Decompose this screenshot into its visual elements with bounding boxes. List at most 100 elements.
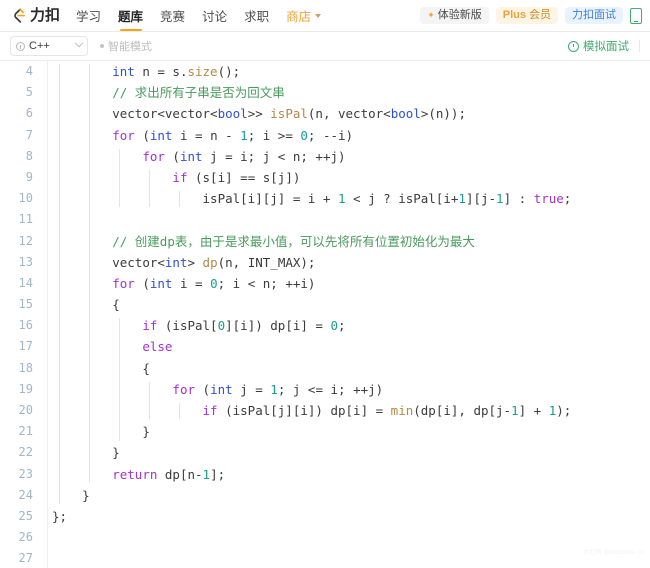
code-token: if <box>202 403 218 418</box>
code-token: (n, INT_MAX); <box>217 254 316 270</box>
toolbar-right-actions: 模拟面试 <box>568 38 640 54</box>
code-token: > <box>187 254 203 270</box>
line-number: 7 <box>25 127 33 142</box>
code-line-text: for (int j = i; j < n; ++j) <box>40 146 650 167</box>
nav-item-study-label: 学习 <box>76 10 102 24</box>
code-token: int <box>149 275 173 291</box>
code-token: (isPal[j][i]) dp[i] = <box>217 403 391 418</box>
code-token: }; <box>52 508 68 524</box>
code-token: (s[i] == s[j]) <box>187 169 301 185</box>
code-token: for <box>112 275 135 291</box>
nav-item-problems-label: 题库 <box>118 10 144 24</box>
code-token: ] : <box>503 191 534 207</box>
brand-logo[interactable]: 力扣 <box>10 7 60 24</box>
line-number: 12 <box>18 233 33 248</box>
code-line-text: vector<int> dp(n, INT_MAX); <box>40 252 650 273</box>
line-number: 27 <box>18 551 33 566</box>
code-token: i = n - <box>172 127 241 143</box>
code-token: i = <box>172 275 211 291</box>
code-token: ; j <= i; ++j) <box>277 381 384 397</box>
line-number: 16 <box>18 318 33 333</box>
mock-interview-button[interactable]: 模拟面试 <box>568 38 629 54</box>
line-number: 18 <box>18 360 33 375</box>
code-line-text: for (int j = 1; j <= i; ++j) <box>40 379 650 400</box>
code-token: } <box>112 445 120 461</box>
code-token: j = <box>232 381 271 397</box>
sparkle-icon: ✦ <box>427 10 435 20</box>
code-line-text: if (isPal[j][i]) dp[i] = min(dp[i], dp[j… <box>40 400 650 421</box>
code-token: 1 <box>337 191 346 207</box>
code-line: 12 // 创建dp表，由于是求最小值，可以先将所有位置初始化为最大 <box>0 231 650 252</box>
code-token: int <box>149 127 173 143</box>
line-number: 13 <box>18 254 33 269</box>
code-token: int <box>112 64 135 79</box>
nav-actions: ✦ 体验新版 Plus 会员 力扣面试 <box>420 7 642 24</box>
nav-item-jobs[interactable]: 求职 <box>244 0 269 31</box>
smart-mode-dot-icon <box>100 44 104 48</box>
code-token: return <box>112 466 158 482</box>
language-select[interactable]: C++ <box>10 36 88 56</box>
code-token: ; <box>338 318 346 334</box>
plus-membership-button[interactable]: Plus 会员 <box>495 7 558 24</box>
smart-mode-toggle[interactable]: 智能模式 <box>100 38 152 54</box>
code-token: for <box>172 381 195 397</box>
code-token: n = s. <box>134 64 188 79</box>
line-number: 10 <box>18 191 33 206</box>
code-token: for <box>142 148 165 164</box>
code-token: vector<vector< <box>112 106 218 122</box>
code-token: ; i < n; ++i) <box>217 275 316 291</box>
leetcode-interview-label: 力扣面试 <box>572 9 616 21</box>
editor-watermark: 力扣网 @leetcode.cn <box>582 549 644 556</box>
nav-item-study[interactable]: 学习 <box>76 0 101 31</box>
code-token: ][j- <box>465 191 497 207</box>
code-token: int <box>210 381 233 397</box>
code-token: int <box>164 254 188 270</box>
nav-item-contest[interactable]: 竞赛 <box>160 0 185 31</box>
code-line-text: for (int i = n - 1; i >= 0; --i) <box>40 125 650 146</box>
code-token: 1 <box>496 191 504 207</box>
line-number: 19 <box>18 381 33 396</box>
mock-interview-label: 模拟面试 <box>583 41 629 53</box>
nav-item-shop[interactable]: 商店 <box>286 0 322 31</box>
code-token: < j ? isPal[i+ <box>345 191 459 207</box>
nav-item-shop-label: 商店 <box>286 10 312 24</box>
leetcode-interview-button[interactable]: 力扣面试 <box>565 7 623 24</box>
line-number: 11 <box>18 212 33 227</box>
language-select-value: C++ <box>29 40 50 52</box>
mobile-phone-icon[interactable] <box>630 7 642 24</box>
line-number: 8 <box>25 148 33 163</box>
code-token: 1 <box>458 191 466 207</box>
code-line: 19 for (int j = 1; j <= i; ++j) <box>0 379 650 400</box>
smart-mode-label: 智能模式 <box>108 41 152 53</box>
code-editor[interactable]: 4 int n = s.size(); 5 // 求出所有子串是否为回文串 6 ve… <box>0 61 650 568</box>
code-token: if <box>142 318 158 334</box>
code-line-text: return dp[n-1]; <box>40 464 650 485</box>
line-number: 17 <box>18 339 33 354</box>
line-number: 20 <box>18 403 33 417</box>
code-token: 0 <box>217 318 226 334</box>
nav-item-discuss[interactable]: 讨论 <box>202 0 227 31</box>
code-line: 26 <box>0 527 650 548</box>
code-line-text: // 求出所有子串是否为回文串 <box>40 82 650 103</box>
leetcode-logo-icon <box>14 8 25 23</box>
editor-toolbar: C++ 智能模式 模拟面试 <box>0 32 650 61</box>
code-line-text: else <box>40 336 650 357</box>
code-line-text: if (s[i] == s[j]) <box>40 167 650 188</box>
code-line: 16 if (isPal[0][i]) dp[i] = 0; <box>0 315 650 336</box>
try-new-version-button[interactable]: ✦ 体验新版 <box>420 7 489 24</box>
code-line-text: vector<vector<bool>> isPal(n, vector<boo… <box>40 103 650 124</box>
code-token: ; --i) <box>307 127 354 143</box>
nav-item-problems[interactable]: 题库 <box>118 0 143 31</box>
code-line-text: if (isPal[0][i]) dp[i] = 0; <box>40 315 650 336</box>
code-line: 14 for (int i = 0; i < n; ++i) <box>0 273 650 294</box>
code-line: 6 vector<vector<bool>> isPal(n, vector<b… <box>0 103 650 124</box>
code-line-text: isPal[i][j] = i + 1 < j ? isPal[i+1][j-1… <box>40 188 650 209</box>
code-token: ] + <box>518 403 549 418</box>
info-icon <box>16 41 25 51</box>
code-token: else <box>142 339 173 355</box>
main-nav-links: 学习 题库 竞赛 讨论 求职 商店 <box>76 0 322 31</box>
code-token: ][i]) dp[i] = <box>225 318 331 334</box>
code-token: ( <box>134 275 150 291</box>
code-token: 1 <box>511 403 519 418</box>
code-line: 13 vector<int> dp(n, INT_MAX); <box>0 252 650 273</box>
